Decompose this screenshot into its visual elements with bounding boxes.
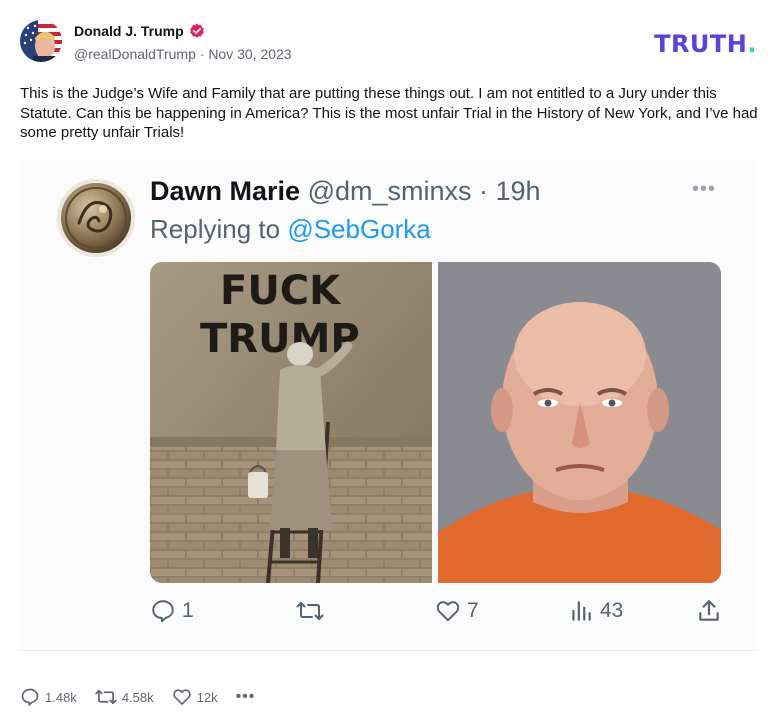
heart-icon [436,601,460,622]
post-text: This is the Judge’s Wife and Family that… [20,85,758,141]
logo-dot: . [747,30,757,58]
reply-icon [21,688,39,706]
tweet-reply-count: 1 [182,599,194,622]
author-meta: @realDonaldTrump · Nov 30, 2023 [74,46,292,62]
verified-badge-icon [189,23,205,39]
tweet-views-count: 43 [600,599,624,622]
tweet-author-handle: @dm_sminxs [307,176,472,206]
views-chart-icon [572,601,591,621]
tweet-replying-to: Replying to @SebGorka [150,212,431,246]
tweet-retweet-action [296,598,330,624]
author-display-name[interactable]: Donald J. Trump [74,23,184,39]
tweet-like-count: 7 [467,599,479,622]
graffiti-photo: FUCK TRUMP [150,262,432,583]
reply-icon [152,600,174,623]
like-count: 12k [196,689,218,705]
reply-count: 1.48k [45,689,77,705]
tweet-reply-action: 1 [150,598,194,624]
embedded-tweet-image[interactable]: Dawn Marie @dm_sminxs · 19h Replying to … [20,160,756,650]
truth-logo[interactable]: TRUTH. [654,30,757,58]
replying-prefix: Replying to [150,214,281,244]
post-header: Donald J. Trump @realDonaldTrump · Nov 3… [20,20,757,68]
retweet-icon [296,602,324,620]
replying-mention: @SebGorka [287,214,431,244]
meta-separator: · [199,46,205,62]
author-avatar[interactable] [20,20,62,62]
graffiti-line-1: FUCK [220,268,342,314]
author-handle[interactable]: @realDonaldTrump [74,46,196,62]
reply-button[interactable]: 1.48k [20,687,77,707]
divider [20,650,756,651]
mugshot-photo [438,262,721,583]
tweet-like-action: 7 [435,598,479,624]
more-dots-icon: ••• [692,178,717,200]
tweet-name-row: Dawn Marie @dm_sminxs · 19h [150,174,541,208]
heart-icon [172,689,191,705]
share-icon [699,600,719,621]
like-button[interactable]: 12k [172,687,218,707]
tweet-time: · 19h [479,176,541,206]
post-date[interactable]: Nov 30, 2023 [208,46,291,62]
logo-text: TRUTH [654,30,748,58]
tweet-author-avatar [57,179,135,257]
retruth-button[interactable]: 4.58k [95,687,154,707]
tweet-share-action [696,598,722,624]
retruth-icon [95,689,117,705]
tweet-author-name: Dawn Marie [150,176,301,206]
tweet-action-row: 1 7 43 [150,592,721,632]
retruth-count: 4.58k [121,689,154,705]
author-name-row: Donald J. Trump [74,23,205,39]
tweet-views-action: 43 [568,598,623,624]
post-action-bar: 1.48k 4.58k 12k ••• [20,684,255,710]
more-options-button[interactable]: ••• [236,688,256,706]
